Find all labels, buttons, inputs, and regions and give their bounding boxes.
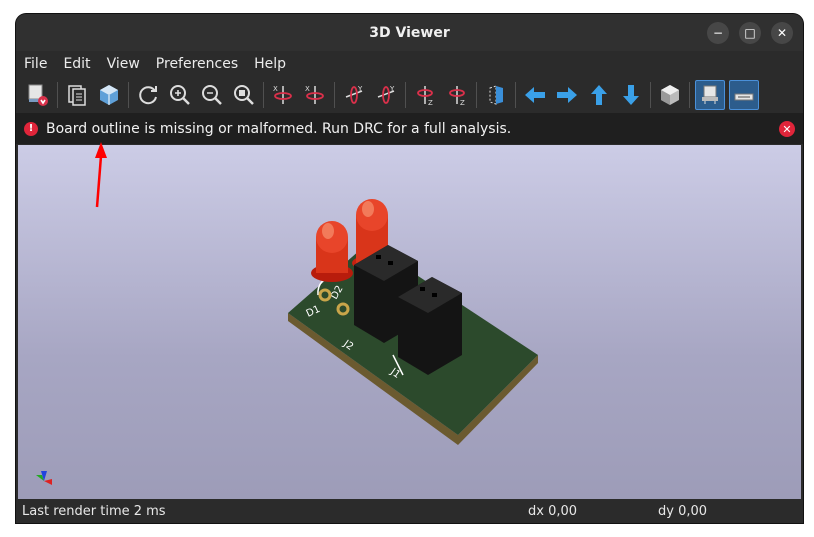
zoom-fit-icon[interactable]: [230, 81, 258, 109]
svg-text:Y: Y: [389, 85, 395, 93]
maximize-button[interactable]: □: [739, 22, 761, 44]
zoom-in-icon[interactable]: [166, 81, 194, 109]
menubar: File Edit View Preferences Help: [16, 51, 803, 76]
copy-icon[interactable]: [63, 81, 91, 109]
move-right-icon[interactable]: [553, 81, 581, 109]
close-button[interactable]: ✕: [771, 22, 793, 44]
svg-text:Z: Z: [460, 99, 465, 107]
flip-board-icon[interactable]: [482, 81, 510, 109]
toolbar-separator: [689, 81, 690, 108]
render-time: Last render time 2 ms: [22, 503, 166, 519]
board-render: D1 D2 J2 J1: [36, 199, 538, 485]
toolbar-separator: [334, 81, 335, 108]
error-icon: !: [24, 121, 38, 136]
reload-icon[interactable]: [134, 81, 162, 109]
toolbar-separator: [405, 81, 406, 108]
raytracing-icon[interactable]: [695, 79, 725, 110]
rotate-y-ccw-icon[interactable]: Y: [372, 81, 400, 109]
axis-gizmo-icon: [36, 471, 52, 485]
svg-text:X: X: [305, 85, 310, 93]
titlebar[interactable]: 3D Viewer − □ ✕: [16, 14, 803, 51]
rotate-y-cw-icon[interactable]: Y: [340, 81, 368, 109]
menu-preferences[interactable]: Preferences: [156, 56, 246, 72]
menu-file[interactable]: File: [24, 56, 55, 72]
menu-view[interactable]: View: [107, 56, 148, 72]
window-title: 3D Viewer: [369, 24, 450, 41]
infobar-close-button[interactable]: ✕: [779, 121, 795, 137]
rotate-z-cw-icon[interactable]: Z: [411, 81, 439, 109]
led-d1: [311, 221, 353, 282]
toolbar-separator: [57, 81, 58, 108]
menu-help[interactable]: Help: [254, 56, 294, 72]
toolbar: X X Y Y Z Z: [16, 76, 803, 113]
svg-text:Z: Z: [428, 99, 433, 107]
toolbar-separator: [263, 81, 264, 108]
toolbar-separator: [650, 81, 651, 108]
rotate-x-cw-icon[interactable]: X: [269, 81, 297, 109]
opengl-icon[interactable]: [729, 79, 759, 110]
toolbar-separator: [515, 81, 516, 108]
board-view-icon[interactable]: [95, 81, 123, 109]
toolbar-separator: [476, 81, 477, 108]
move-left-icon[interactable]: [521, 81, 549, 109]
rotate-x-ccw-icon[interactable]: X: [301, 81, 329, 109]
svg-text:Y: Y: [357, 85, 363, 93]
svg-text:X: X: [273, 85, 278, 93]
pin-header-j1: [398, 277, 462, 375]
toolbar-separator: [128, 81, 129, 108]
move-down-icon[interactable]: [617, 81, 645, 109]
infobar: ! Board outline is missing or malformed.…: [16, 113, 803, 144]
menu-edit[interactable]: Edit: [63, 56, 98, 72]
render-mode-icon[interactable]: [24, 81, 52, 109]
statusbar: Last render time 2 ms dx 0,00 dy 0,00: [16, 499, 803, 523]
dx-readout: dx 0,00: [528, 503, 578, 519]
move-up-icon[interactable]: [585, 81, 613, 109]
infobar-message: Board outline is missing or malformed. R…: [46, 120, 512, 137]
rotate-z-ccw-icon[interactable]: Z: [443, 81, 471, 109]
dy-readout: dy 0,00: [658, 503, 708, 519]
3d-viewer-window: 3D Viewer − □ ✕ File Edit View Preferenc…: [16, 14, 803, 523]
minimize-button[interactable]: −: [707, 22, 729, 44]
ortho-toggle-icon[interactable]: [656, 81, 684, 109]
3d-viewport[interactable]: D1 D2 J2 J1: [18, 145, 801, 499]
zoom-out-icon[interactable]: [198, 81, 226, 109]
